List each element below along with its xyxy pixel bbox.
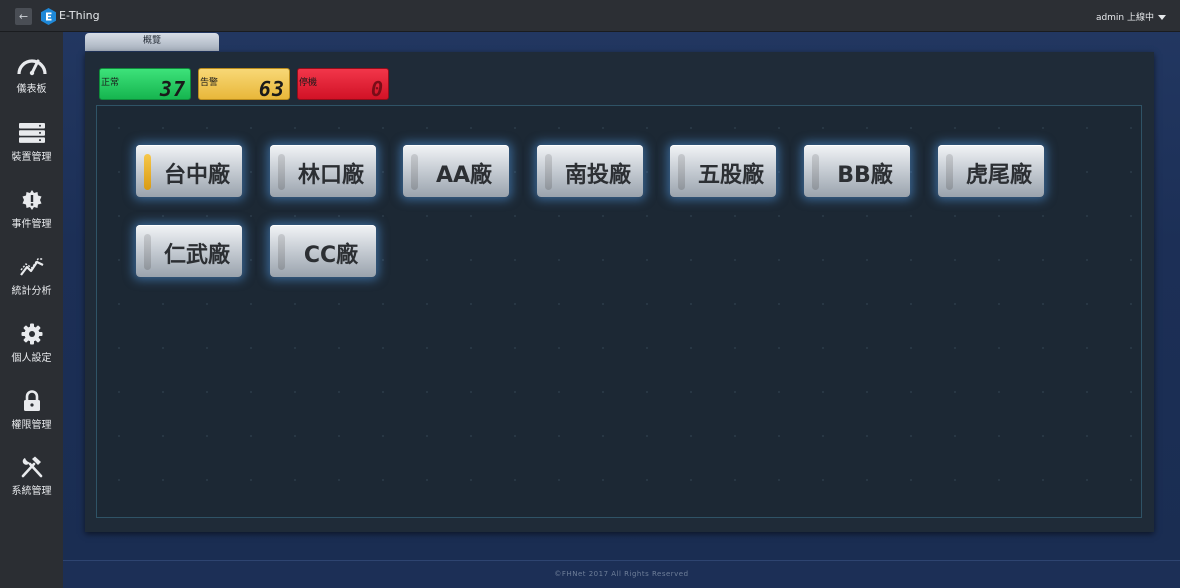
sidebar-item-dashboard[interactable]: 儀表板 bbox=[0, 54, 63, 116]
sidebar-item-personal-settings[interactable]: 個人設定 bbox=[0, 323, 63, 385]
status-indicator bbox=[678, 154, 685, 190]
factory-name: 仁武廠 bbox=[163, 243, 230, 268]
chevron-down-icon bbox=[1158, 15, 1166, 20]
sidebar-item-label: 裝置管理 bbox=[11, 152, 52, 163]
sidebar-item-label: 儀表板 bbox=[16, 84, 47, 95]
status-card-stopped[interactable]: 停機 0 bbox=[297, 68, 389, 101]
tab-overview[interactable]: 概覽 bbox=[85, 33, 219, 51]
status-card-normal[interactable]: 正常 37 bbox=[99, 68, 191, 101]
factory-grid: 台中廠 林口廠 AA廠 南投廠 五股廠 BB廠 虎尾廠 仁武廠 CC廠 bbox=[96, 105, 1142, 518]
sidebar-item-system[interactable]: 系統管理 bbox=[0, 456, 63, 518]
status-stopped-label: 停機 bbox=[299, 78, 318, 88]
factory-button[interactable]: 林口廠 bbox=[270, 145, 376, 197]
status-normal-count: 37 bbox=[159, 77, 186, 101]
factory-name: 台中廠 bbox=[163, 163, 230, 188]
sidebar-item-events[interactable]: 事件管理 bbox=[0, 189, 63, 251]
status-indicator bbox=[812, 154, 819, 190]
top-bar: ← E-Thing admin 上線中 bbox=[0, 0, 1180, 32]
factory-button[interactable]: 虎尾廠 bbox=[938, 145, 1044, 197]
status-indicator bbox=[144, 234, 151, 270]
status-warning-count: 63 bbox=[258, 77, 285, 101]
user-status-label: admin 上線中 bbox=[1095, 13, 1154, 23]
status-indicator bbox=[278, 154, 285, 190]
factory-name: 虎尾廠 bbox=[965, 163, 1032, 188]
arrow-left-icon[interactable]: ← bbox=[15, 8, 32, 25]
sidebar: 儀表板 裝置管理 事件管理 統計分析 個人設定 權限管理 系統管理 bbox=[0, 32, 63, 588]
status-stopped-count: 0 bbox=[370, 77, 384, 101]
status-indicator bbox=[144, 154, 151, 190]
factory-button[interactable]: 南投廠 bbox=[537, 145, 643, 197]
sidebar-item-devices[interactable]: 裝置管理 bbox=[0, 122, 63, 184]
sidebar-item-permissions[interactable]: 權限管理 bbox=[0, 390, 63, 452]
factory-name: AA廠 bbox=[435, 163, 493, 188]
factory-button[interactable]: 五股廠 bbox=[670, 145, 776, 197]
factory-button[interactable]: BB廠 bbox=[804, 145, 910, 197]
sidebar-item-label: 個人設定 bbox=[11, 353, 52, 364]
factory-name: BB廠 bbox=[837, 163, 893, 188]
server-stack-icon bbox=[18, 123, 45, 143]
app-logo-icon bbox=[41, 8, 56, 25]
user-menu[interactable]: admin 上線中 bbox=[1096, 10, 1166, 23]
tools-icon bbox=[21, 456, 42, 478]
overview-panel: 正常 37 告警 63 停機 0 台中廠 林口廠 AA廠 南投廠 五股廠 BB廠… bbox=[85, 52, 1154, 532]
app-title: E-Thing bbox=[59, 9, 100, 22]
factory-name: 南投廠 bbox=[564, 163, 631, 188]
factory-name: CC廠 bbox=[303, 243, 359, 268]
sidebar-item-label: 權限管理 bbox=[11, 420, 52, 431]
copyright-text: ©FHNet 2017 All Rights Reserved bbox=[554, 570, 689, 578]
factory-name: 林口廠 bbox=[297, 163, 364, 188]
status-indicator bbox=[545, 154, 552, 190]
factory-button[interactable]: 台中廠 bbox=[136, 145, 242, 197]
sidebar-item-label: 統計分析 bbox=[11, 286, 52, 297]
status-normal-label: 正常 bbox=[101, 78, 120, 88]
status-indicator bbox=[278, 234, 285, 270]
status-indicator bbox=[411, 154, 418, 190]
factory-button[interactable]: AA廠 bbox=[403, 145, 509, 197]
line-chart-icon bbox=[19, 258, 43, 276]
status-indicator bbox=[946, 154, 953, 190]
main-area: 概覽 正常 37 告警 63 停機 0 台中廠 林口廠 AA廠 南投廠 五股廠 … bbox=[63, 32, 1180, 560]
factory-button[interactable]: 仁武廠 bbox=[136, 225, 242, 277]
factory-button[interactable]: CC廠 bbox=[270, 225, 376, 277]
gear-icon bbox=[21, 323, 42, 345]
footer: ©FHNet 2017 All Rights Reserved bbox=[63, 560, 1180, 588]
status-card-warning[interactable]: 告警 63 bbox=[198, 68, 290, 101]
alert-gear-icon bbox=[22, 190, 41, 210]
lock-icon bbox=[23, 390, 40, 411]
sidebar-item-analytics[interactable]: 統計分析 bbox=[0, 256, 63, 318]
status-warning-label: 告警 bbox=[200, 78, 219, 88]
sidebar-item-label: 系統管理 bbox=[11, 486, 52, 497]
sidebar-item-label: 事件管理 bbox=[11, 219, 52, 230]
factory-name: 五股廠 bbox=[697, 163, 764, 188]
dashboard-gauge-icon bbox=[16, 59, 47, 76]
